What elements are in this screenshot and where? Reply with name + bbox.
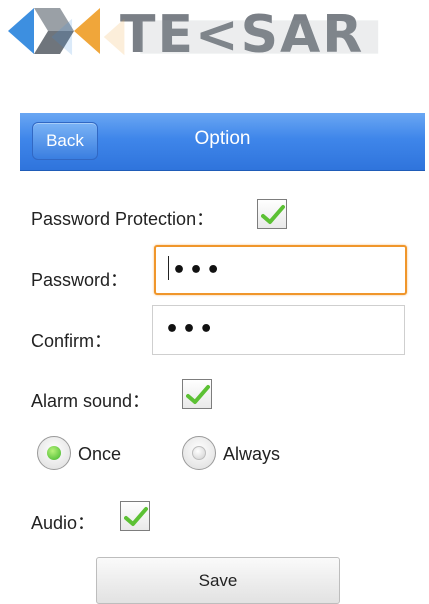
brand-logo: TE<SAR — [0, 0, 429, 108]
confirm-input[interactable]: ••• — [152, 305, 405, 355]
password-input[interactable]: ••• — [154, 245, 407, 295]
confirm-value: ••• — [165, 317, 217, 342]
radio-once-label[interactable]: Once — [78, 444, 121, 465]
save-button[interactable]: Save — [96, 557, 340, 604]
radio-always[interactable] — [182, 436, 216, 470]
alarm-sound-checkbox[interactable] — [182, 379, 212, 409]
logo-reflection — [51, 18, 379, 56]
title-bar: Back Option — [20, 113, 425, 171]
audio-checkbox[interactable] — [120, 501, 150, 531]
radio-unselected-dot — [192, 446, 206, 460]
text-caret — [168, 256, 169, 280]
audio-label: Audio： — [31, 513, 96, 533]
radio-always-label[interactable]: Always — [223, 444, 280, 465]
page-title: Option — [194, 128, 251, 149]
alarm-sound-label: Alarm sound： — [31, 391, 151, 411]
password-value: ••• — [172, 258, 224, 283]
confirm-label: Confirm： — [31, 331, 113, 351]
password-label: Password： — [31, 270, 129, 290]
radio-once[interactable] — [37, 436, 71, 470]
radio-selected-dot — [47, 446, 61, 460]
checkmark-icon — [186, 385, 210, 404]
checkmark-icon — [124, 507, 148, 526]
password-protection-label: Password Protection： — [31, 209, 215, 229]
password-protection-checkbox[interactable] — [257, 199, 287, 229]
checkmark-icon — [261, 205, 285, 224]
